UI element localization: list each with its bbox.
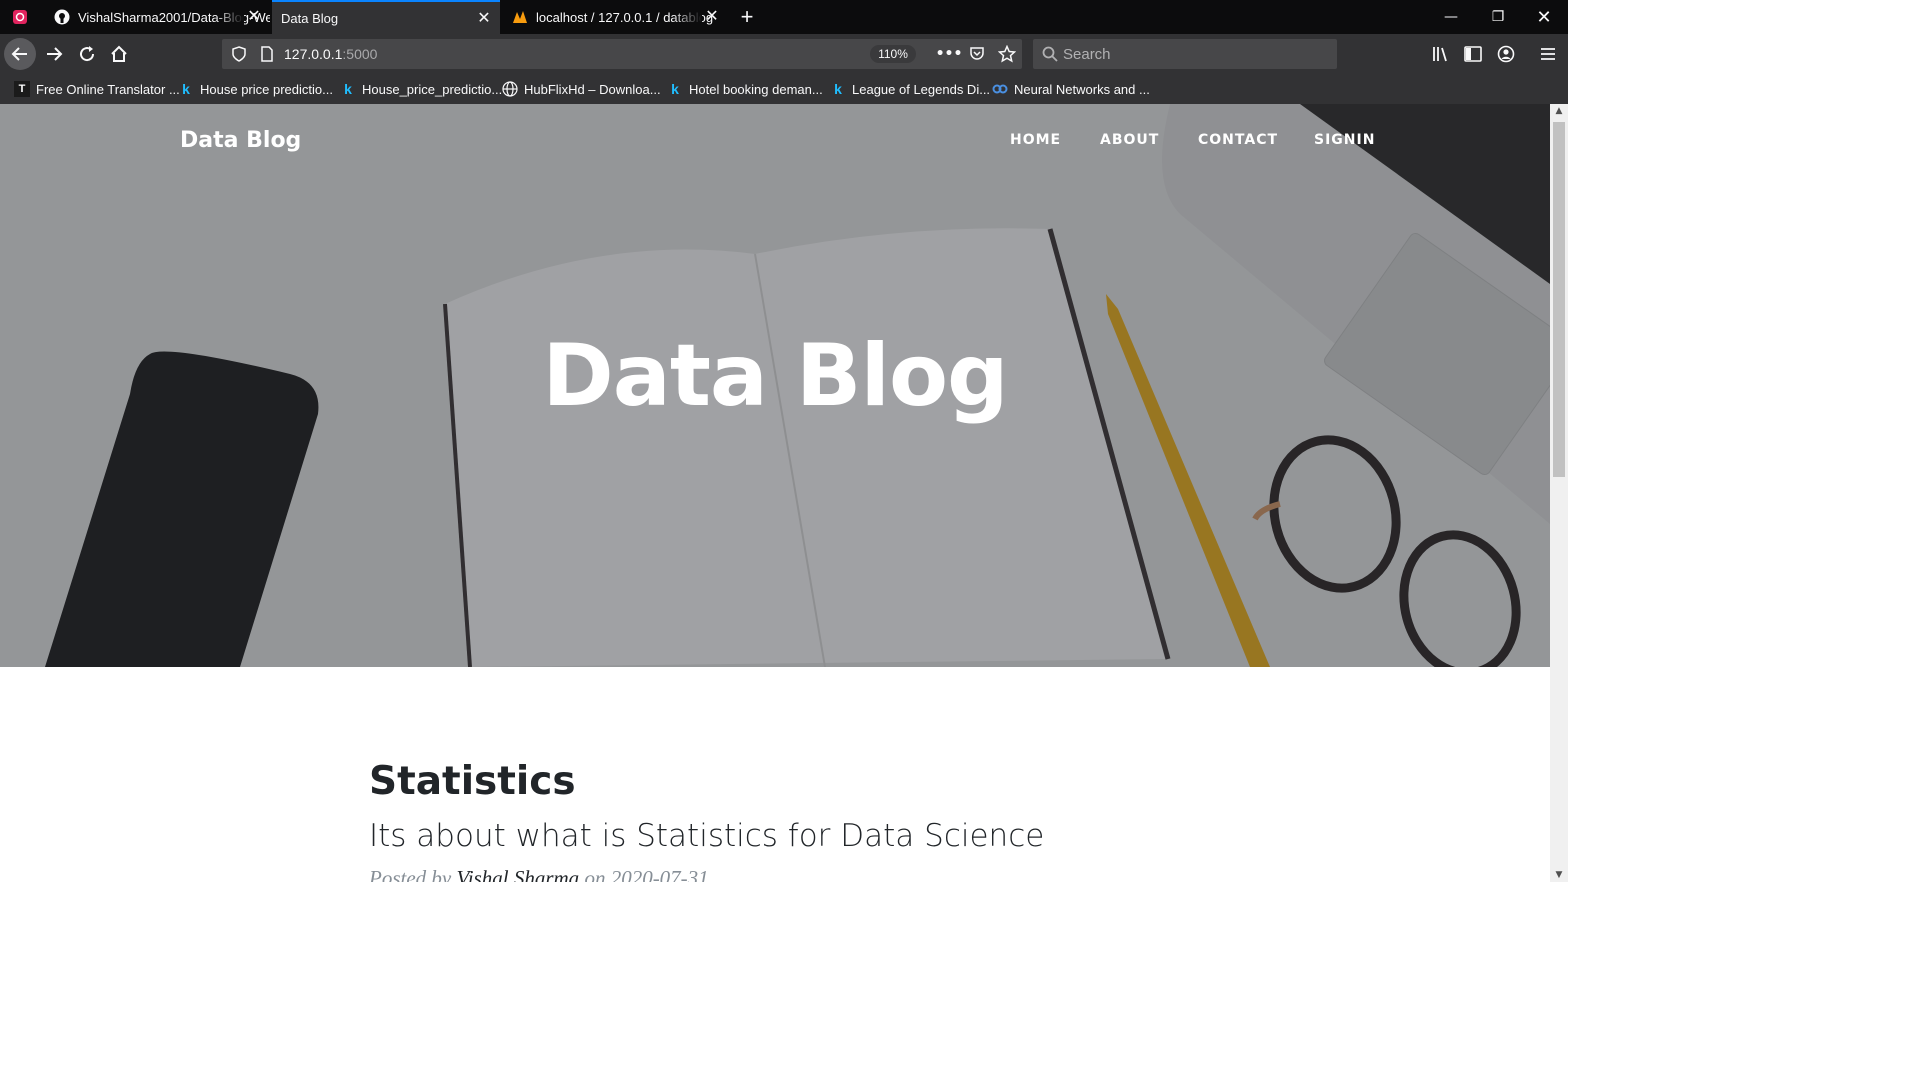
close-tab-icon[interactable]: ✕	[246, 9, 262, 25]
bookmark-label: Neural Networks and ...	[1014, 81, 1150, 97]
phpmyadmin-icon	[512, 9, 528, 25]
bookmark-label: HubFlixHd – Downloa...	[524, 81, 661, 97]
coursera-icon	[992, 81, 1008, 97]
page-scrollbar[interactable]: ▲ ▼	[1550, 104, 1568, 882]
post-subtitle: Its about what is Statistics for Data Sc…	[369, 818, 1045, 854]
bookmarks-bar: T Free Online Translator ... k House pri…	[0, 74, 1568, 104]
menu-icon[interactable]	[1537, 43, 1559, 65]
bookmark-label: Hotel booking deman...	[689, 81, 823, 97]
bookmark-league-of-legends[interactable]: k League of Legends Di...	[830, 80, 990, 98]
url-port: :5000	[342, 46, 378, 62]
page-viewport: Data Blog HOME ABOUT CONTACT SIGNIN Data…	[0, 104, 1550, 882]
search-icon	[1041, 45, 1059, 63]
close-tab-icon[interactable]: ✕	[704, 9, 720, 25]
bookmark-label: House_price_predictio...	[362, 81, 503, 97]
tab-phpmyadmin[interactable]: localhost / 127.0.0.1 / datablog ✕	[502, 0, 728, 34]
post-date: 2020-07-31	[610, 866, 709, 882]
home-icon	[111, 45, 127, 62]
bookmark-star-icon[interactable]	[998, 45, 1016, 63]
app-icon	[12, 9, 28, 25]
github-icon	[54, 9, 70, 25]
bookmark-label: Free Online Translator ...	[36, 81, 180, 97]
post-meta-prefix: Posted by	[369, 866, 452, 882]
plus-icon: +	[740, 4, 754, 29]
forward-button[interactable]	[38, 38, 70, 70]
post-meta-on: on	[584, 866, 606, 882]
home-button[interactable]	[103, 38, 135, 70]
nav-link-about[interactable]: ABOUT	[1100, 132, 1159, 148]
nav-link-contact[interactable]: CONTACT	[1198, 132, 1278, 148]
kaggle-icon: k	[182, 81, 190, 97]
close-window-button[interactable]: ✕	[1521, 0, 1567, 34]
scroll-up-arrow-icon[interactable]: ▲	[1550, 104, 1568, 118]
account-icon[interactable]	[1495, 43, 1517, 65]
arrow-right-icon	[47, 47, 63, 61]
tab-data-blog[interactable]: Data Blog ✕	[272, 0, 500, 34]
bookmark-hubflixhd[interactable]: HubFlixHd – Downloa...	[502, 80, 661, 98]
bookmark-house-price-1[interactable]: k House price predictio...	[178, 80, 333, 98]
post-title-link[interactable]: Statistics	[369, 759, 576, 804]
library-icon[interactable]	[1430, 43, 1452, 65]
close-tab-icon[interactable]: ✕	[476, 11, 492, 27]
back-button[interactable]	[4, 38, 36, 70]
tab-bar: VishalSharma2001/Data-Blog-Website ✕ Dat…	[0, 0, 1568, 34]
tab-title: Data Blog	[281, 10, 339, 26]
url-text: 127.0.0.1:5000	[284, 46, 377, 62]
new-tab-button[interactable]: +	[734, 0, 760, 34]
bookmark-translator[interactable]: T Free Online Translator ...	[14, 80, 180, 98]
minimize-icon: —	[1444, 9, 1458, 25]
kaggle-icon: k	[834, 81, 842, 97]
hero-title: Data Blog	[542, 326, 1008, 426]
sidebar-icon[interactable]	[1462, 43, 1484, 65]
bookmark-neural-networks[interactable]: Neural Networks and ...	[992, 80, 1150, 98]
bookmark-label: House price predictio...	[200, 81, 333, 97]
restore-button[interactable]: ❐	[1475, 0, 1521, 34]
hero-header: Data Blog HOME ABOUT CONTACT SIGNIN Data…	[0, 104, 1550, 667]
close-icon: ✕	[1536, 6, 1552, 28]
firefox-view-button[interactable]	[6, 0, 36, 34]
globe-icon	[502, 81, 518, 97]
translator-icon: T	[14, 81, 30, 97]
nav-link-signin[interactable]: SIGNIN	[1314, 132, 1375, 148]
arrow-left-icon	[11, 47, 27, 61]
reload-button[interactable]	[71, 38, 103, 70]
zoom-level[interactable]: 110%	[870, 45, 916, 63]
bookmark-house-price-2[interactable]: k House_price_predictio...	[340, 80, 502, 98]
site-brand-link[interactable]: Data Blog	[180, 128, 301, 153]
minimize-button[interactable]: —	[1428, 0, 1474, 34]
page-info-icon[interactable]	[258, 45, 276, 63]
kaggle-icon: k	[344, 81, 352, 97]
navigation-toolbar: 127.0.0.1:5000 110% •••	[0, 34, 1568, 74]
restore-icon: ❐	[1491, 9, 1505, 25]
reload-icon	[80, 46, 95, 62]
scroll-down-arrow-icon[interactable]: ▼	[1550, 868, 1568, 882]
shield-icon[interactable]	[230, 45, 248, 63]
search-input[interactable]	[1063, 39, 1323, 69]
url-host: 127.0.0.1	[284, 46, 343, 62]
scrollbar-thumb[interactable]	[1553, 122, 1565, 477]
bookmark-hotel-booking[interactable]: k Hotel booking deman...	[667, 80, 823, 98]
bookmark-label: League of Legends Di...	[852, 81, 991, 97]
tab-github[interactable]: VishalSharma2001/Data-Blog-Website ✕	[44, 0, 270, 34]
post-author-link[interactable]: Vishal Sharma	[456, 866, 579, 882]
pocket-icon[interactable]	[968, 45, 986, 63]
post-meta: Posted by Vishal Sharma on 2020-07-31	[369, 866, 709, 882]
nav-link-home[interactable]: HOME	[1010, 132, 1061, 148]
address-bar[interactable]: 127.0.0.1:5000 110% •••	[222, 39, 1022, 69]
page-actions-icon[interactable]: •••	[936, 45, 963, 63]
search-bar[interactable]	[1033, 39, 1337, 69]
kaggle-icon: k	[671, 81, 679, 97]
